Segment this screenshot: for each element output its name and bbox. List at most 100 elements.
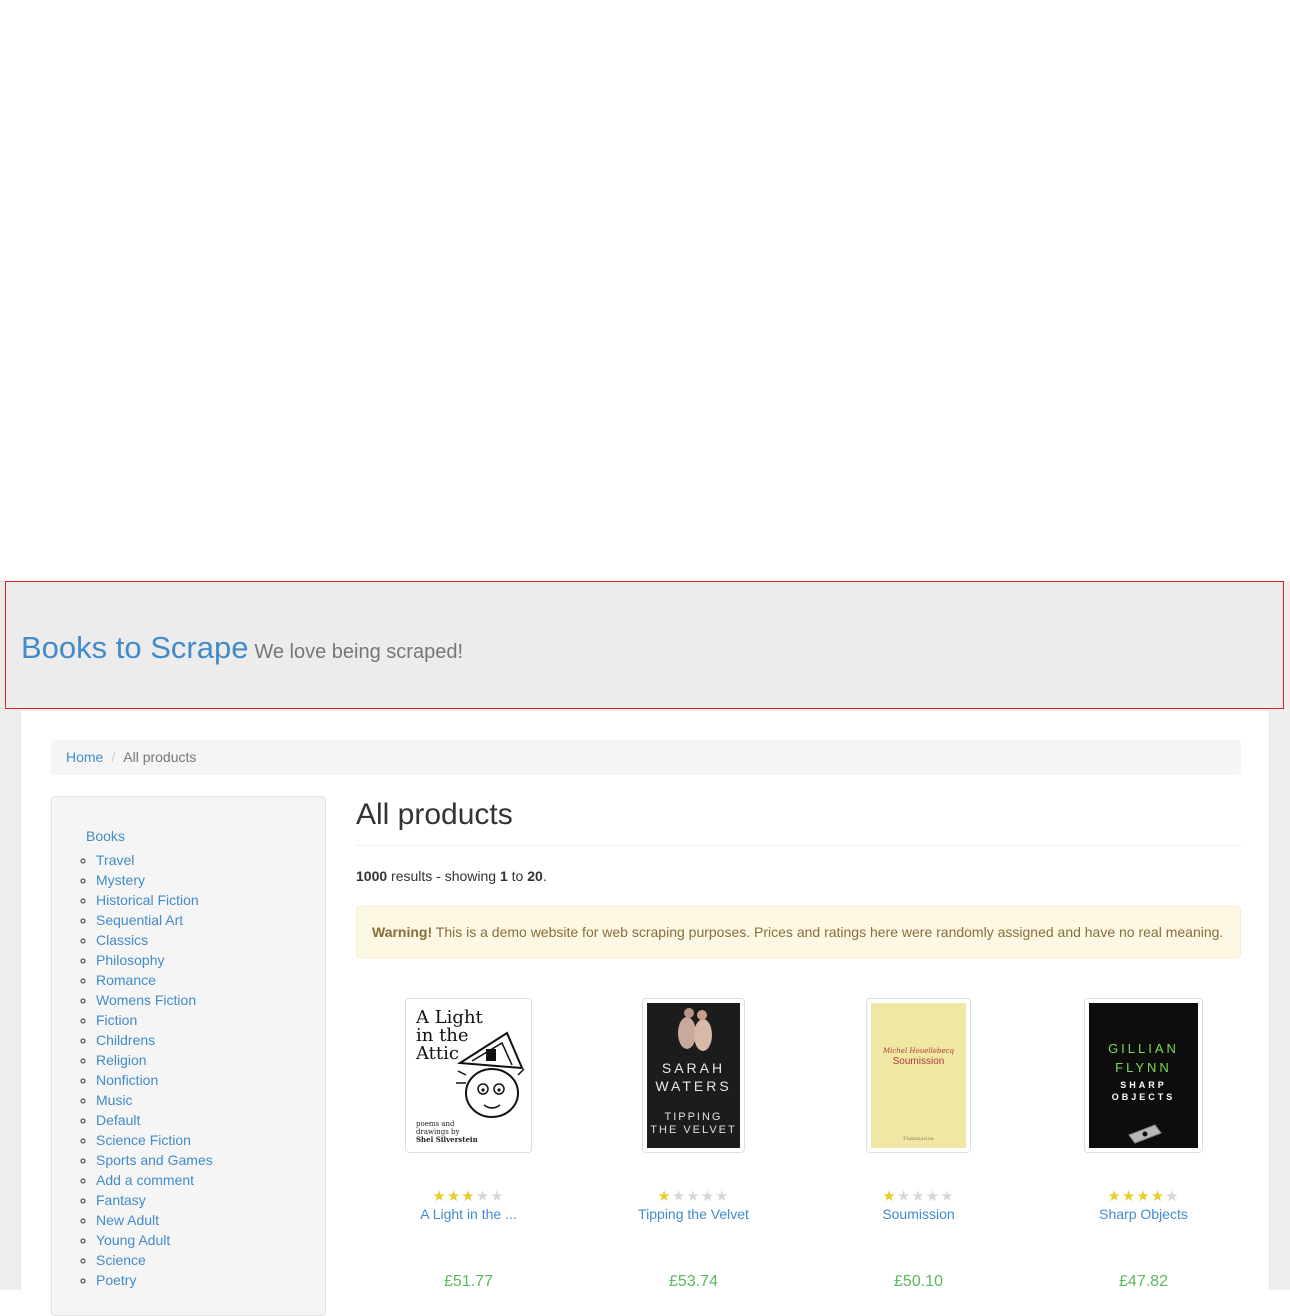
product-thumbnail-link[interactable]: A Light in the Attic poems and drawings … — [405, 998, 532, 1153]
star-empty-icon: ★ — [490, 1188, 505, 1205]
page-container: Home / All products Books Travel Mystery His… — [20, 711, 1270, 1316]
cover-text: OBJECTS — [1111, 1092, 1176, 1102]
category-list-item: Historical Fiction — [96, 890, 213, 910]
product-price: £47.82 — [1119, 1273, 1168, 1290]
star-filled-icon: ★ — [432, 1188, 447, 1205]
category-link[interactable]: New Adult — [96, 1212, 159, 1228]
star-empty-icon: ★ — [700, 1188, 716, 1205]
category-list-item: Science Fiction — [96, 1130, 213, 1150]
star-filled-icon: ★ — [1121, 1188, 1137, 1205]
category-link[interactable]: Religion — [96, 1052, 147, 1068]
category-link[interactable]: Add a comment — [96, 1172, 194, 1188]
site-header: Books to Scrape We love being scraped! — [5, 581, 1284, 709]
category-link[interactable]: Travel — [96, 852, 134, 868]
brand-title-link[interactable]: Books to Scrape — [21, 630, 248, 665]
star-rating: ★★★★★ — [356, 1189, 581, 1205]
star-rating: ★★★★★ — [1031, 1189, 1256, 1205]
star-empty-icon: ★ — [686, 1188, 701, 1205]
cover-text: FLYNN — [1115, 1060, 1172, 1075]
category-link[interactable]: Nonfiction — [96, 1072, 158, 1088]
product-thumbnail-link[interactable]: Michel Houellebecq Soumission Flammarion — [866, 998, 971, 1153]
category-link[interactable]: Young Adult — [96, 1232, 170, 1248]
category-list-item: Sequential Art — [96, 910, 213, 930]
brand: Books to Scrape We love being scraped! — [21, 630, 463, 666]
star-filled-icon: ★ — [1107, 1188, 1122, 1205]
star-empty-icon: ★ — [911, 1188, 926, 1205]
category-link[interactable]: Womens Fiction — [96, 992, 196, 1008]
cover-text: THE VELVET — [650, 1124, 737, 1136]
star-empty-icon: ★ — [896, 1188, 912, 1205]
warning-alert: Warning! This is a demo website for web … — [356, 906, 1241, 958]
category-link[interactable]: Science — [96, 1252, 146, 1268]
category-link[interactable]: Historical Fiction — [96, 892, 199, 908]
star-rating: ★★★★★ — [581, 1189, 806, 1205]
book-cover-image: A Light in the Attic poems and drawings … — [410, 1003, 527, 1148]
product-title-link[interactable]: Sharp Objects — [1031, 1206, 1256, 1222]
category-link[interactable]: Fiction — [96, 1012, 137, 1028]
cover-text: SHARP — [1120, 1080, 1167, 1090]
cover-text: Soumission — [892, 1056, 945, 1067]
results-text-3: . — [542, 868, 547, 884]
category-link[interactable]: Science Fiction — [96, 1132, 191, 1148]
product-title-link[interactable]: Soumission — [806, 1206, 1031, 1222]
cover-illustration — [678, 1008, 712, 1051]
category-list-item: Sports and Games — [96, 1150, 213, 1170]
category-list-item: Fiction — [96, 1010, 213, 1030]
breadcrumb-home-link[interactable]: Home — [66, 749, 103, 765]
star-filled-icon: ★ — [461, 1188, 476, 1205]
category-list-item: Science — [96, 1250, 213, 1270]
category-link[interactable]: Classics — [96, 932, 148, 948]
category-list-item: Nonfiction — [96, 1070, 213, 1090]
product-price: £53.74 — [669, 1273, 718, 1290]
cover-text: GILLIAN — [1108, 1041, 1179, 1056]
product-thumbnail-link[interactable]: GILLIAN FLYNN SHARP OBJECTS — [1084, 998, 1203, 1153]
product-title-link[interactable]: Tipping the Velvet — [581, 1206, 806, 1222]
category-list-item: Add a comment — [96, 1170, 213, 1190]
star-empty-icon: ★ — [671, 1188, 687, 1205]
star-empty-icon: ★ — [715, 1188, 730, 1205]
title-divider — [356, 845, 1241, 846]
brand-tagline: We love being scraped! — [254, 641, 464, 663]
sidebar-books-link[interactable]: Books — [86, 828, 125, 844]
category-link[interactable]: Fantasy — [96, 1192, 146, 1208]
category-link[interactable]: Default — [96, 1112, 140, 1128]
category-list-item: Travel — [96, 850, 213, 870]
cover-text: Flammarion — [903, 1136, 934, 1142]
results-to: 20 — [527, 868, 543, 884]
category-list-item: Philosophy — [96, 950, 213, 970]
breadcrumb: Home / All products — [51, 740, 1241, 775]
category-link[interactable]: Philosophy — [96, 952, 165, 968]
book-cover-image: GILLIAN FLYNN SHARP OBJECTS — [1089, 1003, 1198, 1148]
warning-text: This is a demo website for web scraping … — [432, 924, 1224, 940]
star-filled-icon: ★ — [1150, 1188, 1166, 1205]
category-link[interactable]: Sports and Games — [96, 1152, 213, 1168]
product-thumbnail-link[interactable]: SARAH WATERS TIPPING THE VELVET — [642, 998, 745, 1153]
category-list-item: New Adult — [96, 1210, 213, 1230]
category-list-item: Poetry — [96, 1270, 213, 1290]
category-link[interactable]: Romance — [96, 972, 156, 988]
product-title-link[interactable]: A Light in the ... — [356, 1206, 581, 1222]
cover-text: WATERS — [655, 1078, 732, 1094]
breadcrumb-separator: / — [111, 749, 116, 765]
category-list-item: Mystery — [96, 870, 213, 890]
cover-text: TIPPING — [664, 1111, 723, 1123]
book-cover-image: Michel Houellebecq Soumission Flammarion — [871, 1003, 966, 1148]
category-link[interactable]: Childrens — [96, 1032, 155, 1048]
results-from: 1 — [499, 868, 508, 884]
category-link[interactable]: Sequential Art — [96, 912, 183, 928]
category-list-item: Classics — [96, 930, 213, 950]
page-title: All products — [356, 798, 513, 831]
cover-illustration — [456, 1031, 525, 1118]
razor-blade-icon — [1128, 1124, 1162, 1144]
category-link[interactable]: Poetry — [96, 1272, 136, 1288]
star-empty-icon: ★ — [925, 1188, 941, 1205]
category-list-item: Fantasy — [96, 1190, 213, 1210]
category-link[interactable]: Mystery — [96, 872, 145, 888]
cover-text: Michel Houellebecq — [882, 1047, 955, 1055]
category-list-item: Music — [96, 1090, 213, 1110]
category-list: Travel Mystery Historical Fiction Sequentia… — [76, 850, 213, 1290]
category-link[interactable]: Music — [96, 1092, 133, 1108]
star-empty-icon: ★ — [475, 1188, 491, 1205]
star-filled-icon: ★ — [657, 1188, 672, 1205]
category-list-item: Romance — [96, 970, 213, 990]
